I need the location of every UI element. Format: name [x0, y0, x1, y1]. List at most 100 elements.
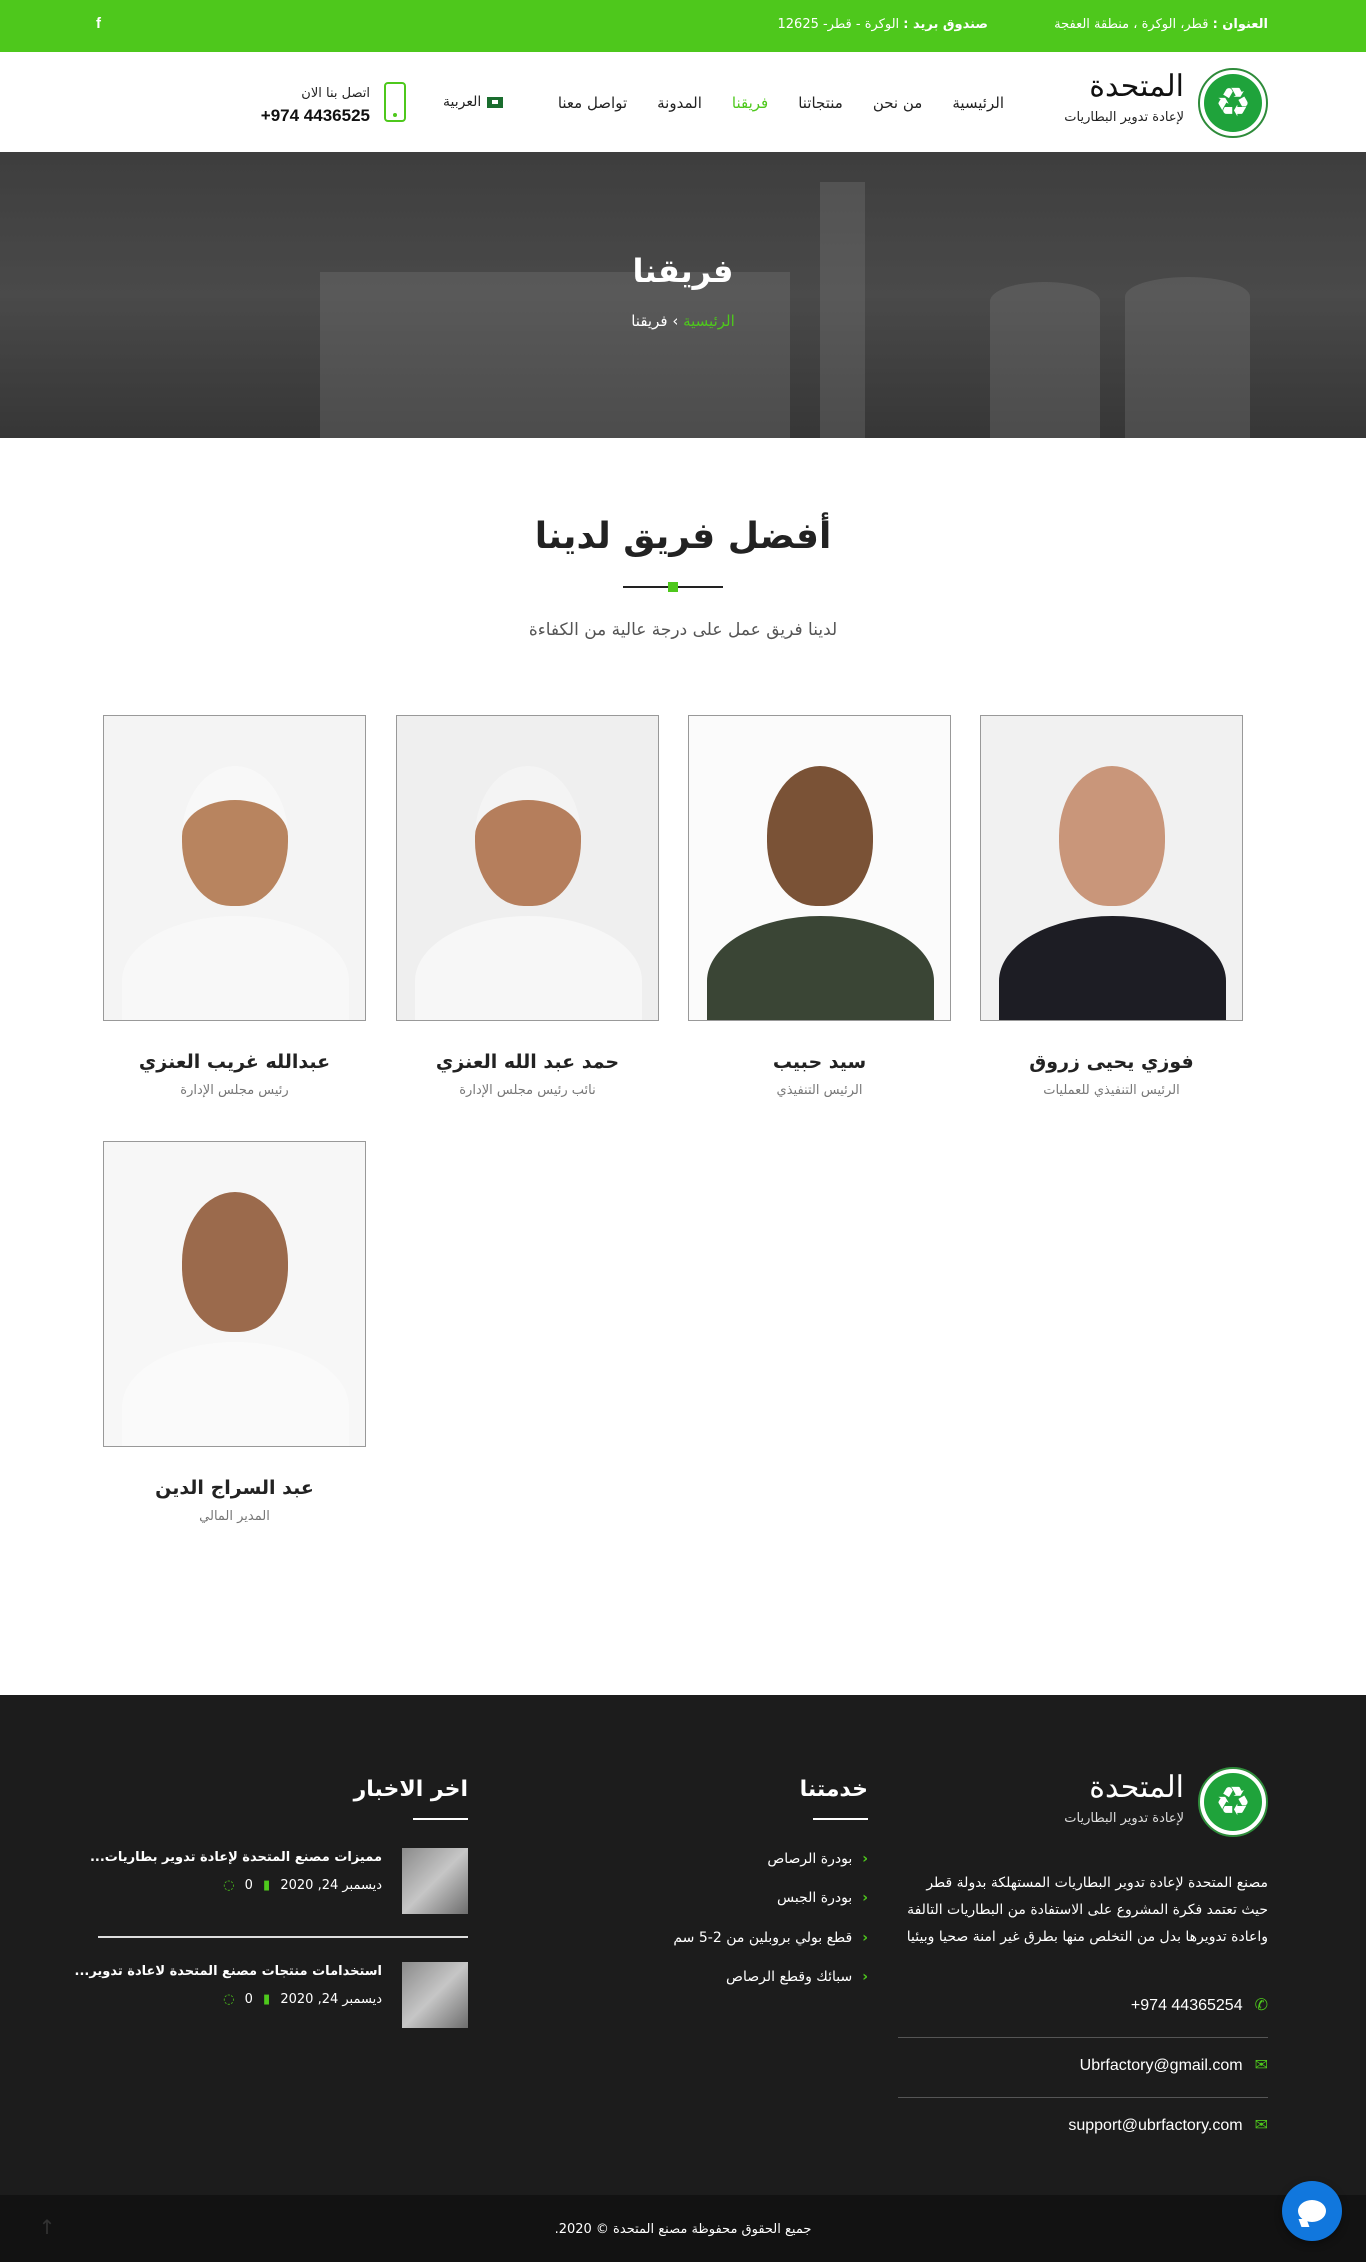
comment-icon: ◌ [223, 1992, 235, 2007]
call-us[interactable]: اتصل بنا الان +974 4436525 [246, 82, 406, 132]
page-hero: فريقنا الرئيسية › فريقنا [0, 152, 1366, 438]
nav-team[interactable]: فريقنا [732, 94, 768, 112]
recycle-logo-icon: ♻ [1198, 68, 1268, 138]
footer-about-text: مصنع المتحدة لإعادة تدوير البطاريات المس… [906, 1875, 1268, 1945]
call-label: اتصل بنا الان [301, 86, 370, 101]
chat-bubble-icon [1298, 2200, 1326, 2222]
language-label: العربية [443, 94, 482, 110]
news-item-meta: ديسمبر 24, 2020 ▮ 0 ◌ [217, 1992, 382, 2007]
footer-logo-subtitle: لإعادة تدوير البطاريات [1064, 1811, 1184, 1826]
recycle-logo-icon: ♻ [1198, 1767, 1268, 1837]
member-photo [980, 715, 1243, 1021]
member-name: عبد السراج الدين [155, 1477, 314, 1499]
team-member-card[interactable]: فوزي يحيى زروق الرئيس التنفيذي للعمليات [980, 715, 1243, 1098]
news-item-meta: ديسمبر 24, 2020 ▮ 0 ◌ [217, 1878, 382, 1893]
address-value: قطر، الوكرة ، منطقة العفجة [1054, 17, 1209, 32]
nav-blog[interactable]: المدونة [657, 94, 702, 112]
member-role: رئيس مجلس الإدارة [180, 1083, 289, 1098]
nav-products[interactable]: منتجاتنا [798, 94, 843, 112]
chevron-left-icon: ‹ [862, 1930, 868, 1946]
pobox-value: الوكرة - قطر- 12625 [777, 17, 900, 32]
service-label: بودرة الرصاص [767, 1851, 853, 1867]
news-item-comments: 0 [244, 1992, 253, 2007]
logo-name: المتحدة [1089, 69, 1184, 104]
page-title: فريقنا [632, 252, 734, 290]
top-bar: العنوان : قطر، الوكرة ، منطقة العفجة صند… [0, 0, 1366, 52]
footer-email-address: Ubrfactory@gmail.com [1079, 2057, 1243, 2074]
member-name: عبدالله غريب العنزي [138, 1051, 331, 1073]
news-item-date: ديسمبر 24, 2020 [280, 1992, 382, 2007]
team-member-card[interactable]: عبد السراج الدين المدير المالي [103, 1141, 366, 1524]
member-photo [103, 715, 366, 1021]
footer-logo[interactable]: ♻ المتحدة لإعادة تدوير البطاريات [1048, 1767, 1268, 1837]
member-role: الرئيس التنفيذي [776, 1083, 863, 1098]
phone-icon: ✆ [1254, 1997, 1268, 2014]
footer-phone-number: +974 44365254 [1130, 1997, 1243, 2014]
service-label: بودرة الجبس [777, 1890, 853, 1906]
main-nav: الرئيسية من نحن منتجاتنا فريقنا المدونة … [528, 94, 1004, 112]
copyright-text: جميع الحقوق محفوظة مصنع المتحدة © 2020. [554, 2222, 812, 2237]
breadcrumb-home[interactable]: الرئيسية [683, 312, 735, 330]
news-divider [98, 1936, 468, 1938]
chevron-left-icon: ‹ [862, 1890, 868, 1906]
service-link[interactable]: ‹ قطع بولي بروبلين من 2-5 سم [673, 1930, 868, 1946]
nav-home[interactable]: الرئيسية [952, 94, 1004, 112]
facebook-icon[interactable]: f [96, 15, 101, 32]
calendar-icon: ▮ [263, 1878, 271, 1893]
team-section-subtitle: لدينا فريق عمل على درجة عالية من الكفاءة [528, 620, 838, 640]
logo-subtitle: لإعادة تدوير البطاريات [1064, 110, 1184, 125]
chevron-left-icon: ‹ [862, 1851, 868, 1867]
team-section-title: أفضل فريق لدينا [534, 516, 832, 557]
mobile-phone-icon [384, 82, 406, 122]
footer-email-1[interactable]: Ubrfactory@gmail.com ✉ [898, 2055, 1268, 2075]
header: ♻ المتحدة لإعادة تدوير البطاريات الرئيسي… [0, 52, 1366, 152]
service-link[interactable]: ‹ بودرة الرصاص [767, 1851, 868, 1867]
member-photo [396, 715, 659, 1021]
copyright-bar: ↑ جميع الحقوق محفوظة مصنع المتحدة © 2020… [0, 2195, 1366, 2262]
news-item[interactable]: استخدامات منتجات مصنع المتحدة لاعادة تدو… [75, 1962, 468, 2032]
envelope-icon: ✉ [1254, 2057, 1268, 2074]
member-role: الرئيس التنفيذي للعمليات [1043, 1083, 1180, 1098]
breadcrumb-separator-icon: › [672, 312, 679, 330]
nav-about[interactable]: من نحن [873, 94, 923, 112]
news-title: اخر الاخبار [353, 1777, 469, 1820]
footer: ♻ المتحدة لإعادة تدوير البطاريات مصنع ال… [0, 1695, 1366, 2195]
news-item-title[interactable]: استخدامات منتجات مصنع المتحدة لاعادة تدو… [75, 1964, 382, 1979]
service-label: قطع بولي بروبلين من 2-5 سم [673, 1930, 853, 1946]
site-logo[interactable]: ♻ المتحدة لإعادة تدوير البطاريات [1048, 68, 1268, 138]
chevron-left-icon: ‹ [862, 1969, 868, 1985]
news-item-date: ديسمبر 24, 2020 [280, 1878, 382, 1893]
team-member-card[interactable]: عبدالله غريب العنزي رئيس مجلس الإدارة [103, 715, 366, 1098]
comment-icon: ◌ [223, 1878, 235, 1893]
chat-button[interactable] [1282, 2181, 1342, 2241]
nav-contact[interactable]: تواصل معنا [558, 94, 627, 112]
pobox-label: صندوق بريد : [903, 17, 988, 32]
news-thumbnail [402, 1962, 468, 2028]
envelope-icon: ✉ [1254, 2117, 1268, 2134]
language-switcher[interactable]: العربية [443, 94, 504, 110]
address-label: العنوان : [1212, 17, 1268, 32]
news-item-title[interactable]: مميزات مصنع المتحدة لإعادة تدوير بطاريات… [90, 1850, 382, 1865]
breadcrumb: الرئيسية › فريقنا [0, 312, 1366, 330]
service-link[interactable]: ‹ بودرة الجبس [777, 1890, 868, 1906]
footer-email-address: support@ubrfactory.com [1068, 2117, 1243, 2134]
call-number[interactable]: +974 4436525 [261, 106, 370, 126]
member-role: المدير المالي [199, 1509, 270, 1524]
news-item[interactable]: مميزات مصنع المتحدة لإعادة تدوير بطاريات… [90, 1848, 468, 1918]
services-title: خدمتنا [799, 1777, 869, 1820]
section-divider [623, 582, 723, 592]
member-role: نائب رئيس مجلس الإدارة [459, 1083, 596, 1098]
news-item-comments: 0 [244, 1878, 253, 1893]
footer-logo-name: المتحدة [1089, 1770, 1184, 1805]
footer-divider [898, 2037, 1268, 2038]
footer-email-2[interactable]: support@ubrfactory.com ✉ [898, 2115, 1268, 2135]
calendar-icon: ▮ [263, 1992, 271, 2007]
service-link[interactable]: ‹ سبائك وقطع الرصاص [726, 1969, 868, 1985]
member-photo [688, 715, 951, 1021]
member-name: حمد عبد الله العنزي [435, 1051, 620, 1073]
member-name: فوزي يحيى زروق [1029, 1051, 1194, 1073]
footer-phone[interactable]: +974 44365254 ✆ [898, 1995, 1268, 2015]
member-name: سيد حبيب [772, 1051, 867, 1073]
team-member-card[interactable]: حمد عبد الله العنزي نائب رئيس مجلس الإدا… [396, 715, 659, 1098]
team-member-card[interactable]: سيد حبيب الرئيس التنفيذي [688, 715, 951, 1098]
